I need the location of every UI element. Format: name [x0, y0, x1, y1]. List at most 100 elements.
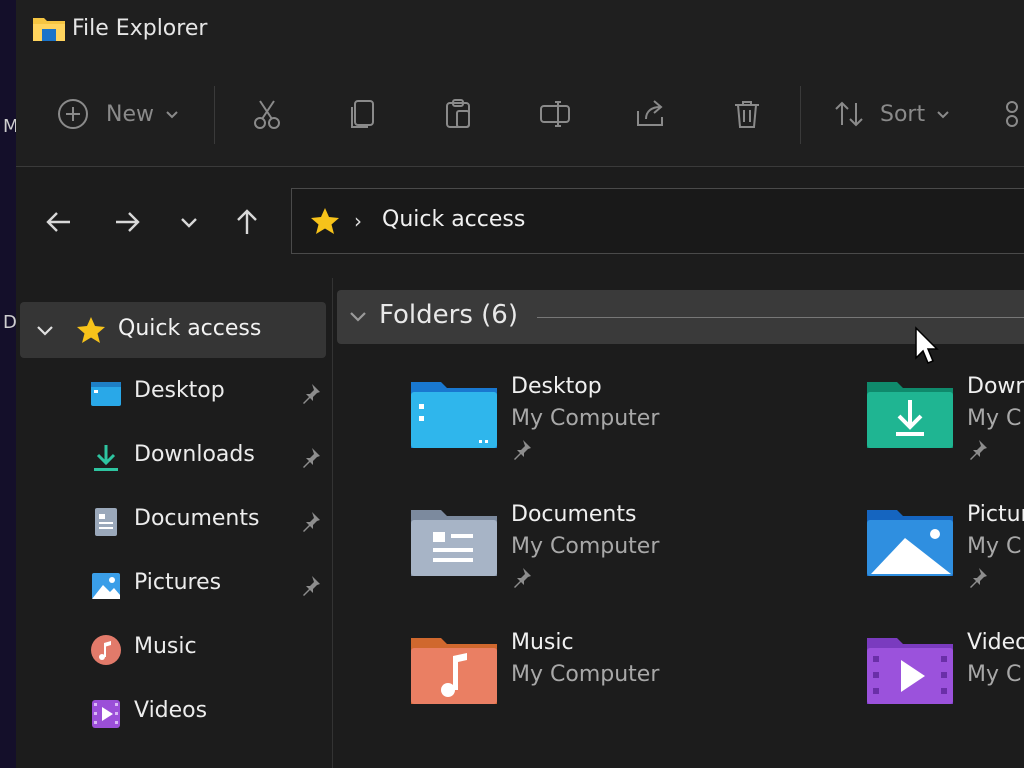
navigation-bar: › Quick access: [16, 167, 1024, 277]
pictures-folder-icon: [867, 510, 953, 576]
sidebar-item-quick-access[interactable]: Quick access: [20, 302, 326, 358]
folder-tile-downloads[interactable]: Down My C: [865, 374, 1024, 486]
folder-name: Down: [967, 374, 1024, 399]
document-icon: [95, 508, 117, 536]
address-bar[interactable]: › Quick access: [291, 188, 1024, 254]
star-icon: [311, 208, 339, 234]
share-button[interactable]: [634, 92, 668, 136]
arrow-up-icon: [237, 209, 257, 234]
title-bar: File Explorer: [16, 0, 1024, 62]
folder-name: Video: [967, 630, 1024, 655]
copy-icon: [351, 100, 374, 128]
sidebar-item-pictures[interactable]: Pictures: [16, 558, 332, 614]
arrow-left-icon: [46, 212, 70, 232]
folder-tile-music[interactable]: Music My Computer: [409, 630, 849, 742]
folder-location: My C: [967, 662, 1022, 687]
desktop-folder-icon: [411, 382, 497, 448]
desktop-icon: [91, 382, 121, 406]
picture-icon: [92, 573, 120, 599]
chevron-down-icon: [166, 111, 178, 119]
breadcrumb-chevron-icon: ›: [354, 209, 362, 233]
sidebar-item-downloads[interactable]: Downloads: [16, 430, 332, 486]
folder-location: My Computer: [511, 662, 660, 687]
share-icon: [637, 100, 663, 126]
recent-locations-button[interactable]: [172, 205, 206, 239]
pin-icon: [970, 440, 987, 460]
sort-button-label: Sort: [880, 101, 926, 127]
paste-button[interactable]: [442, 92, 476, 136]
folder-location: My C: [967, 406, 1022, 431]
scissors-icon: [254, 100, 280, 129]
rename-button[interactable]: [538, 92, 572, 136]
plus-circle-icon: [58, 99, 88, 129]
sort-icon: [835, 101, 863, 127]
folder-location: My Computer: [511, 406, 660, 431]
sort-button[interactable]: Sort: [832, 92, 953, 136]
up-button[interactable]: [230, 205, 264, 239]
folder-name: Documents: [511, 502, 637, 527]
pin-icon[interactable]: [300, 446, 322, 468]
view-button[interactable]: [1004, 92, 1024, 136]
copy-button[interactable]: [346, 92, 380, 136]
forward-button[interactable]: [110, 205, 144, 239]
sidebar-item-music[interactable]: Music: [16, 622, 332, 678]
navigation-pane: Quick access Desktop Downloads Documents…: [16, 278, 333, 768]
toolbar-separator: [800, 86, 801, 144]
folder-tile-pictures[interactable]: Pictur My C: [865, 502, 1024, 614]
folder-location: My Computer: [511, 534, 660, 559]
sidebar-item-label: Documents: [134, 506, 260, 531]
sidebar-item-videos[interactable]: Videos: [16, 686, 332, 742]
back-button[interactable]: [42, 205, 76, 239]
folder-tile-desktop[interactable]: Desktop My Computer: [409, 374, 849, 486]
rename-icon: [540, 101, 570, 127]
chevron-down-icon: [937, 111, 949, 119]
videos-folder-icon: [867, 638, 953, 704]
folder-tile-videos[interactable]: Video My C: [865, 630, 1024, 742]
sidebar-item-desktop[interactable]: Desktop: [16, 366, 332, 422]
desktop-edge-letter: D: [3, 312, 17, 333]
collapse-chevron-icon[interactable]: [347, 305, 369, 331]
clipboard-icon: [446, 99, 470, 128]
address-location[interactable]: Quick access: [382, 207, 525, 232]
music-icon: [91, 635, 121, 665]
pin-icon[interactable]: [300, 510, 322, 532]
delete-button[interactable]: [730, 92, 764, 136]
toolbar-separator: [214, 86, 215, 144]
star-icon: [77, 317, 105, 343]
file-explorer-icon: [33, 18, 65, 41]
sidebar-item-label: Videos: [134, 698, 208, 723]
folder-name: Pictur: [967, 502, 1024, 527]
group-header-divider: [537, 317, 1024, 318]
sidebar-item-label: Desktop: [134, 378, 225, 403]
chevron-down-icon: [181, 218, 197, 228]
sidebar-item-label: Downloads: [134, 442, 255, 467]
downloads-folder-icon: [867, 382, 953, 448]
pin-icon[interactable]: [300, 382, 322, 404]
mouse-cursor-icon: [915, 326, 939, 364]
view-icon: [1006, 101, 1018, 127]
video-icon: [92, 700, 120, 728]
sidebar-item-label: Music: [134, 634, 197, 659]
group-header-label: Folders (6): [379, 300, 518, 330]
sidebar-item-label: Pictures: [134, 570, 222, 595]
sidebar-item-label: Quick access: [118, 316, 262, 341]
desktop-edge: M D: [0, 0, 19, 768]
folder-name: Desktop: [511, 374, 602, 399]
music-folder-icon: [411, 638, 497, 704]
download-icon: [94, 445, 118, 471]
pin-icon: [970, 568, 987, 588]
file-explorer-window: File Explorer New Sort › Quick access Qu…: [16, 0, 1024, 768]
new-button-label: New: [106, 101, 154, 127]
trash-icon: [735, 101, 759, 128]
arrow-right-icon: [116, 212, 140, 232]
folder-location: My C: [967, 534, 1022, 559]
documents-folder-icon: [411, 510, 497, 576]
folder-tile-documents[interactable]: Documents My Computer: [409, 502, 849, 614]
pin-icon: [514, 440, 531, 460]
pin-icon[interactable]: [300, 574, 322, 596]
sidebar-item-documents[interactable]: Documents: [16, 494, 332, 550]
expand-chevron-icon[interactable]: [34, 319, 56, 345]
pin-icon: [514, 568, 531, 588]
new-button[interactable]: New: [56, 92, 182, 136]
cut-button[interactable]: [250, 92, 284, 136]
